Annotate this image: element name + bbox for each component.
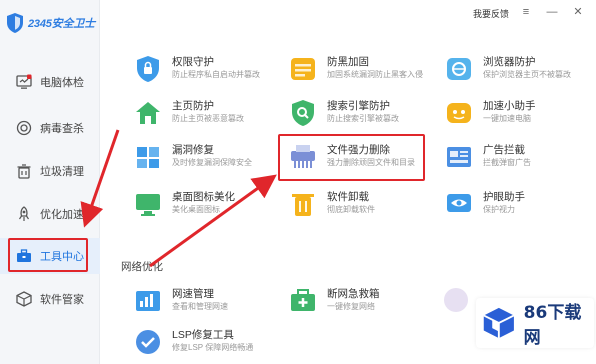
section-title-network: 网络优化 [121,261,163,273]
tool-name: 网速管理 [172,288,214,300]
tool-name: LSP修复工具 [172,329,234,341]
tool-desc: 及时修复漏洞保障安全 [172,158,252,167]
feedback-link[interactable]: 我要反馈 [473,7,509,20]
speed-helper-icon [447,103,471,123]
sidebar-item-pc-checkup[interactable]: 电脑体检 [0,64,100,100]
ad-block-icon [447,147,471,167]
box-logo-icon [483,307,515,339]
network-speed-icon [136,291,160,311]
tool-desc: 一键修复网络 [327,302,375,311]
tool-name: 断网急救箱 [327,288,380,300]
search-protect-icon [292,100,314,126]
vulnerability-fix-icon [137,147,159,168]
tool-desc: 保护视力 [483,205,515,214]
uninstall-icon [292,194,314,216]
tool-desc: 美化桌面图标 [172,205,220,214]
sidebar-item-label: 电脑体检 [40,77,84,89]
tool-desc: 修复LSP 保障网络畅通 [172,343,254,352]
tool-lsp-repair[interactable]: LSP修复工具 修复LSP 保障网络畅通 [132,325,282,364]
tool-permission-guard[interactable]: 权限守护 防止程序私自启动并篡改 [132,52,282,92]
tool-name: 护眼助手 [483,191,525,203]
tool-desc: 拦截弹窗广告 [483,158,531,167]
tool-name: 广告拦截 [483,144,525,156]
tool-name: 防黑加固 [327,56,369,68]
tool-hacker-defense[interactable]: 防黑加固 加固系统漏洞防止黑客入侵 [287,52,437,92]
tool-vulnerability-fix[interactable]: 漏洞修复 及时修复漏洞保障安全 [132,140,282,180]
sidebar-item-label: 优化加速 [40,209,84,221]
home-protect-icon [136,102,160,124]
sidebar-item-label: 病毒查杀 [40,123,84,135]
tool-homepage-protect[interactable]: 主页防护 防止主页被恶意篡改 [132,96,282,136]
lsp-repair-icon [136,330,160,354]
monitor-check-icon [16,74,32,89]
virus-scan-icon [16,120,32,136]
software-box-icon [16,291,32,307]
tool-network-firstaid[interactable]: 断网急救箱 一键修复网络 [287,284,437,324]
trash-icon [17,164,31,179]
sidebar-item-toolbox[interactable]: 工具中心 [0,238,100,274]
sidebar-item-virus-scan[interactable]: 病毒查杀 [0,110,100,146]
tool-name: 权限守护 [172,56,214,68]
tool-name: 浏览器防护 [483,56,536,68]
tool-network-speed[interactable]: 网速管理 查看和管理网速 [132,284,282,324]
tool-desc: 强力删除顽固文件和目录 [327,158,415,167]
tool-desc: 防止主页被恶意篡改 [172,114,244,123]
desktop-beautify-icon [136,194,160,216]
tool-speed-helper[interactable]: 加速小助手 一键加速电脑 [443,96,593,136]
sidebar-item-label: 软件管家 [40,294,84,306]
tool-file-shredder[interactable]: 文件强力删除 强力删除顽固文件和目录 [287,140,437,180]
tool-search-protect[interactable]: 搜索引擎防护 防止搜索引擎被篡改 [287,96,437,136]
tool-desc: 加固系统漏洞防止黑客入侵 [327,70,423,79]
minimize-button[interactable]: — [544,4,560,20]
title-bar: 我要反馈 ≡ — ✕ [100,0,596,26]
watermark-text: 86下载网 [523,303,582,348]
faded-tool-icon [444,288,468,312]
tool-name: 文件强力删除 [327,144,390,156]
tool-name: 软件卸载 [327,191,369,203]
tool-desktop-beautify[interactable]: 桌面图标美化 美化桌面图标 [132,187,282,227]
tool-desc: 查看和管理网速 [172,302,228,311]
tool-desc: 一键加速电脑 [483,114,531,123]
sidebar-item-software-manager[interactable]: 软件管家 [0,281,100,317]
tool-name: 加速小助手 [483,100,536,112]
toolbox-icon [17,249,31,262]
tool-browser-protect[interactable]: 浏览器防护 保护浏览器主页不被篡改 [443,52,593,92]
tool-name: 搜索引擎防护 [327,100,390,112]
sidebar-item-label: 工具中心 [40,251,84,263]
site-watermark: 86下载网 [476,298,594,348]
file-shredder-icon [291,145,315,168]
sidebar-item-label: 垃圾清理 [40,166,84,178]
tool-desc: 彻底卸载软件 [327,205,375,214]
menu-icon[interactable]: ≡ [518,4,534,20]
network-firstaid-icon [291,289,315,311]
tool-uninstall[interactable]: 软件卸载 彻底卸载软件 [287,187,437,227]
shield-lock-icon [137,56,159,82]
hacker-defense-icon [291,58,315,80]
tool-name: 漏洞修复 [172,144,214,156]
browser-protect-icon [447,58,471,80]
tool-eye-care[interactable]: 护眼助手 保护视力 [443,187,593,227]
sidebar-item-optimize[interactable]: 优化加速 [0,196,100,232]
eye-care-icon [447,194,471,212]
app-title: 2345安全卫士 [28,18,95,30]
sidebar: 2345安全卫士 电脑体检 病毒查杀 垃圾清理 优化加速 工具中心 软件管家 [0,0,100,364]
tool-ad-block[interactable]: 广告拦截 拦截弹窗广告 [443,140,593,180]
tool-name: 桌面图标美化 [172,191,235,203]
shield-logo-icon [7,13,23,33]
rocket-icon [19,206,29,221]
tool-name: 主页防护 [172,100,214,112]
close-button[interactable]: ✕ [570,4,586,20]
tool-desc: 防止程序私自启动并篡改 [172,70,260,79]
tool-desc: 保护浏览器主页不被篡改 [483,70,571,79]
app-logo: 2345安全卫士 [6,12,95,34]
sidebar-item-junk-clean[interactable]: 垃圾清理 [0,153,100,189]
tool-desc: 防止搜索引擎被篡改 [327,114,399,123]
